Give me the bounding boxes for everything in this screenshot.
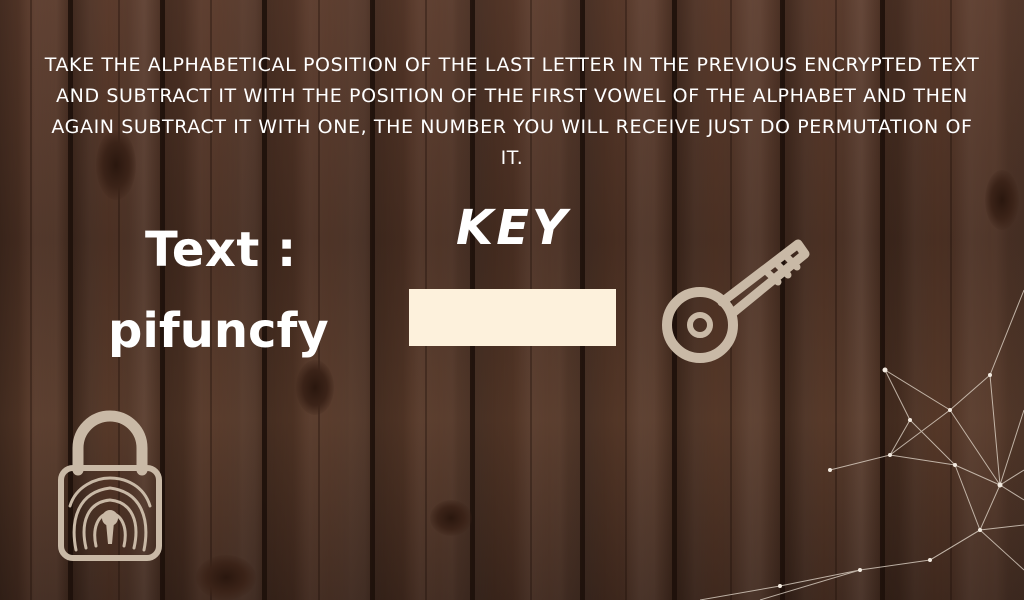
text-label: Text :: [145, 222, 297, 278]
wood-knot: [985, 170, 1019, 230]
constellation-network-decor: [700, 289, 1024, 600]
wood-knot: [296, 360, 334, 415]
wood-knot: [196, 555, 256, 600]
puzzle-instructions: TAKE THE ALPHABETICAL POSITION OF THE LA…: [44, 54, 980, 169]
cipher-text: pifuncfy: [108, 303, 329, 359]
wood-knot: [430, 500, 472, 536]
wood-grain: [30, 0, 32, 600]
key-input[interactable]: [409, 289, 616, 346]
key-heading: KEY: [456, 200, 570, 256]
padlock-fingerprint-icon: [58, 410, 162, 561]
